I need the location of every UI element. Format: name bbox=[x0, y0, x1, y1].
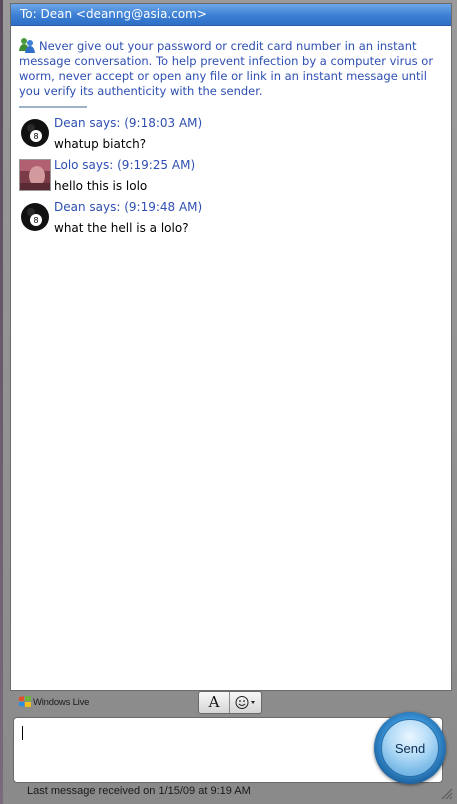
eight-ball-avatar[interactable]: 8 bbox=[19, 201, 51, 233]
message-text: what the hell is a lolo? bbox=[54, 221, 189, 235]
message-item: 8 Dean says: (9:19:48 AM) what the hell … bbox=[19, 200, 451, 242]
font-button[interactable]: A bbox=[199, 692, 230, 713]
text-caret bbox=[22, 726, 23, 740]
resize-grip-icon[interactable] bbox=[439, 786, 453, 800]
message-item: 8 Dean says: (9:18:03 AM) whatup biatch? bbox=[19, 116, 451, 158]
chat-window: To: Dean <deanng@asia.com> Never give ou… bbox=[0, 0, 457, 804]
message-list: 8 Dean says: (9:18:03 AM) whatup biatch?… bbox=[11, 108, 451, 242]
send-button[interactable]: Send bbox=[381, 719, 439, 777]
eight-ball-avatar[interactable]: 8 bbox=[19, 117, 51, 149]
msn-buddy-icon bbox=[19, 38, 35, 53]
format-buttons: A bbox=[198, 691, 262, 714]
window-edge bbox=[0, 0, 3, 804]
status-bar-text: Last message received on 1/15/09 at 9:19… bbox=[27, 785, 251, 797]
security-warning: Never give out your password or credit c… bbox=[11, 26, 451, 99]
emoticon-button[interactable] bbox=[230, 692, 261, 713]
sender-line: Dean says: (9:19:48 AM) bbox=[54, 200, 203, 214]
warning-text: Never give out your password or credit c… bbox=[19, 39, 434, 98]
message-item: Lolo says: (9:19:25 AM) hello this is lo… bbox=[19, 158, 451, 200]
svg-text:8: 8 bbox=[33, 132, 38, 141]
brand-label: Windows Live bbox=[33, 697, 90, 708]
smiley-icon bbox=[235, 696, 255, 709]
windows-live-logo: Windows Live bbox=[19, 696, 89, 708]
message-input[interactable] bbox=[14, 718, 374, 780]
windows-flag-icon bbox=[19, 696, 31, 707]
svg-text:8: 8 bbox=[33, 216, 38, 225]
sender-line: Dean says: (9:18:03 AM) bbox=[54, 116, 203, 130]
conversation-panel: To: Dean <deanng@asia.com> Never give ou… bbox=[10, 3, 452, 691]
message-text: whatup biatch? bbox=[54, 137, 147, 151]
recipient-bar[interactable]: To: Dean <deanng@asia.com> bbox=[11, 4, 451, 26]
sender-line: Lolo says: (9:19:25 AM) bbox=[54, 158, 196, 172]
photo-avatar[interactable] bbox=[19, 159, 51, 191]
send-button-ring: Send bbox=[374, 712, 446, 784]
compose-toolbar: Windows Live A bbox=[10, 690, 450, 714]
chevron-down-icon bbox=[251, 701, 255, 704]
message-text: hello this is lolo bbox=[54, 179, 148, 193]
